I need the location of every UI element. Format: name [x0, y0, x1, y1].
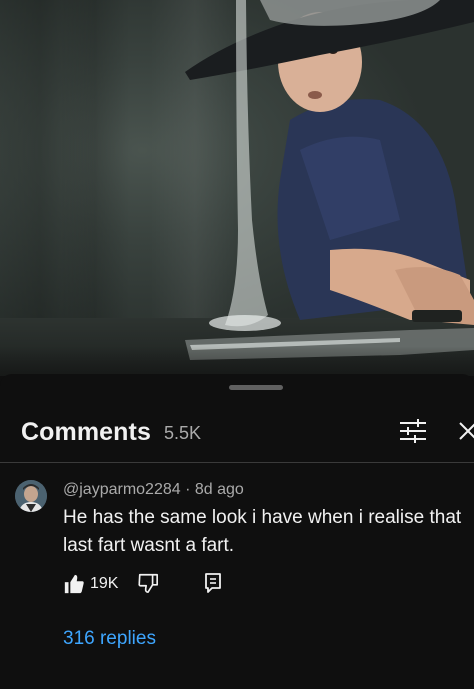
- comment-age: 8d ago: [194, 481, 244, 498]
- close-icon: [459, 422, 474, 440]
- comments-sheet: Comments 5.5K @jayparmo2284 · 8d ago He …: [0, 374, 474, 689]
- like-button[interactable]: 19K: [63, 570, 123, 598]
- drag-handle[interactable]: [229, 385, 283, 390]
- meta-separator: ·: [185, 481, 191, 498]
- header-divider: [0, 462, 474, 463]
- liquid-blob: [209, 315, 281, 331]
- like-count: 19K: [90, 575, 119, 592]
- thumbs-up-icon: [64, 574, 84, 594]
- close-button[interactable]: [456, 416, 474, 446]
- comment-item: @jayparmo2284 · 8d ago He has the same l…: [0, 474, 474, 674]
- dislike-button[interactable]: [137, 572, 161, 596]
- avatar[interactable]: [15, 480, 47, 512]
- person-mouth: [308, 91, 322, 99]
- video-player[interactable]: [0, 0, 474, 376]
- sliders-icon: [400, 419, 426, 443]
- thumbs-down-icon: [138, 573, 158, 593]
- view-replies-button[interactable]: 316 replies: [63, 628, 156, 650]
- avatar-image: [15, 480, 47, 512]
- comment-text: He has the same look i have when i reali…: [63, 507, 462, 556]
- comments-title: Comments: [21, 418, 151, 446]
- blade-handle: [412, 310, 462, 322]
- comments-header: Comments 5.5K: [0, 404, 474, 462]
- filter-button[interactable]: [396, 416, 430, 446]
- reply-icon: [205, 573, 221, 593]
- comment-author[interactable]: @jayparmo2284: [63, 481, 181, 498]
- reply-button[interactable]: [203, 572, 227, 596]
- video-frame-illustration: [185, 0, 474, 360]
- video-fade: [0, 346, 474, 376]
- comments-count: 5.5K: [164, 423, 202, 443]
- comment-meta: @jayparmo2284 · 8d ago: [63, 481, 244, 499]
